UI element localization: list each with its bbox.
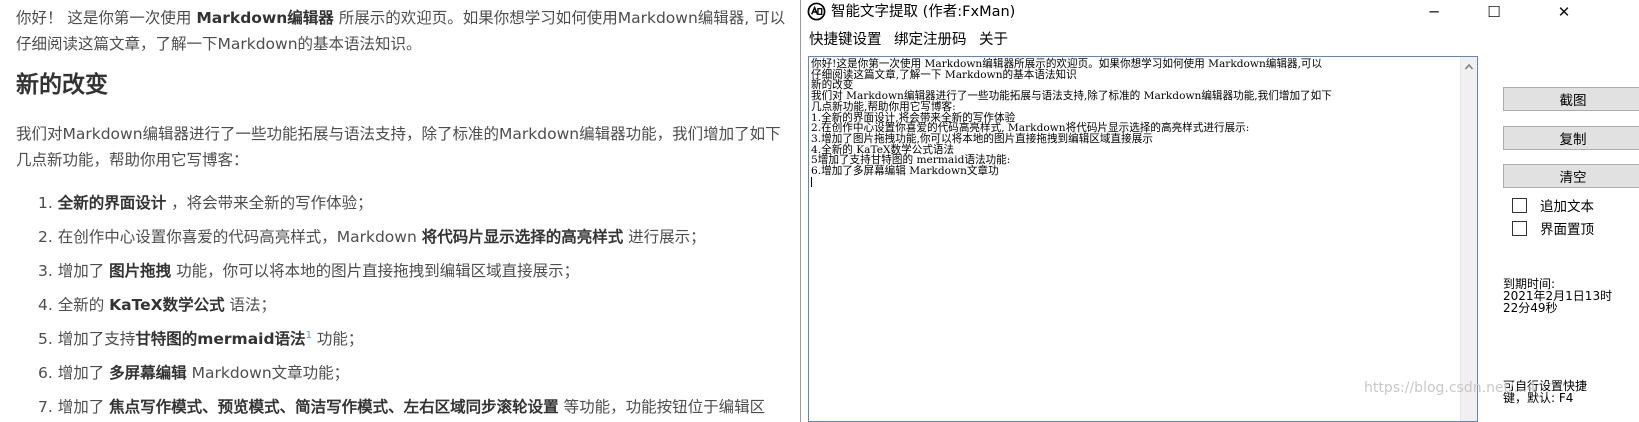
feature-post: 进行展示； bbox=[623, 228, 706, 247]
topmost-option[interactable]: 界面置顶 bbox=[1512, 219, 1594, 238]
feature-num: 2. bbox=[38, 228, 58, 247]
scroll-up-icon[interactable] bbox=[1464, 62, 1474, 72]
feature-num: 7. bbox=[38, 398, 58, 417]
feature-bold: 甘特图的mermaid语法 bbox=[135, 330, 306, 349]
app-icon bbox=[807, 2, 826, 21]
feature-post: 功能； bbox=[311, 330, 364, 349]
append-text-label: 追加文本 bbox=[1540, 199, 1594, 215]
feature-post: 功能，你可以将本地的图片直接拖拽到编辑区域直接展示； bbox=[171, 262, 580, 281]
feature-pre: 增加了 bbox=[57, 262, 110, 281]
feature-bold: 将代码片显示选择的高亮样式 bbox=[421, 228, 624, 247]
feature-num: 6. bbox=[38, 364, 58, 383]
minimize-button[interactable]: ─ bbox=[1411, 0, 1457, 24]
feature-list-item: 6. 增加了 多屏幕编辑 Markdown文章功能； bbox=[38, 357, 765, 391]
ocr-result-textarea[interactable]: 你好!这是你第一次使用 Markdown编辑器所展示的欢迎页。如果你想学习如何使… bbox=[808, 56, 1478, 422]
feature-list: 1. 全新的界面设计 ，将会带来全新的写作体验； 2. 在创作中心设置你喜爱的代码… bbox=[38, 187, 765, 422]
feature-num: 5. bbox=[38, 330, 58, 349]
screenshot-button[interactable]: 截图 bbox=[1503, 87, 1639, 111]
feature-pre: 增加了 bbox=[57, 398, 110, 417]
intro-text-a: 你好！ 这是你第一次使用 bbox=[16, 9, 197, 27]
copy-button[interactable]: 复制 bbox=[1503, 126, 1639, 150]
feature-list-item: 2. 在创作中心设置你喜爱的代码高亮样式，Markdown 将代码片显示选择的高… bbox=[38, 221, 765, 255]
feature-bold: 图片拖拽 bbox=[109, 262, 172, 281]
menu-about[interactable]: 关于 bbox=[979, 28, 1008, 49]
feature-list-item: 1. 全新的界面设计 ，将会带来全新的写作体验； bbox=[38, 187, 765, 221]
csdn-watermark: https://blog.csdn.net/...4 bbox=[1364, 380, 1537, 396]
feature-post: ，将会带来全新的写作体验； bbox=[166, 194, 373, 213]
section-heading: 新的改变 bbox=[16, 72, 108, 98]
section-paragraph: 我们对Markdown编辑器进行了一些功能拓展与语法支持，除了标准的Markdo… bbox=[16, 125, 781, 169]
feature-pre: 在创作中心设置你喜爱的代码高亮样式，Markdown bbox=[57, 228, 422, 247]
maximize-button[interactable]: ☐ bbox=[1471, 0, 1517, 24]
text-caret bbox=[811, 176, 812, 187]
vertical-scrollbar[interactable] bbox=[1460, 57, 1477, 421]
feature-bold: 全新的界面设计 bbox=[57, 194, 167, 213]
feature-pre: 全新的 bbox=[57, 296, 110, 315]
feature-list-item: 4. 全新的 KaTeX数学公式 语法； bbox=[38, 289, 765, 323]
expiry-info: 到期时间: 2021年2月1日13时 22分49秒 bbox=[1503, 278, 1612, 314]
feature-post: 等功能，功能按钮位于编辑区 bbox=[558, 398, 766, 417]
feature-list-item: 3. 增加了 图片拖拽 功能，你可以将本地的图片直接拖拽到编辑区域直接展示； bbox=[38, 255, 765, 289]
minimize-icon: ─ bbox=[1429, 3, 1439, 21]
feature-num: 3. bbox=[38, 262, 58, 281]
markdown-article: 你好！ 这是你第一次使用 Markdown编辑器 所展示的欢迎页。如果你想学习如… bbox=[0, 0, 800, 422]
expiry-time: 22分49秒 bbox=[1503, 301, 1558, 315]
ocr-text-content: 你好!这是你第一次使用 Markdown编辑器所展示的欢迎页。如果你想学习如何使… bbox=[811, 58, 1332, 178]
menu-hotkey-settings[interactable]: 快捷键设置 bbox=[809, 28, 882, 49]
feature-list-item: 5. 增加了支持甘特图的mermaid语法1 功能； bbox=[38, 323, 765, 357]
window-title: 智能文字提取 (作者:FxMan) bbox=[831, 4, 1016, 20]
feature-bold: KaTeX数学公式 bbox=[109, 296, 225, 315]
feature-pre: 增加了支持 bbox=[57, 330, 136, 349]
ocr-app-window: 智能文字提取 (作者:FxMan) ─ ☐ ✕ 快捷键设置 绑定注册码 关于 你… bbox=[800, 0, 1639, 422]
feature-num: 1. bbox=[38, 194, 58, 213]
clear-button[interactable]: 清空 bbox=[1503, 164, 1639, 188]
feature-num: 4. bbox=[38, 296, 58, 315]
menu-bind-license[interactable]: 绑定注册码 bbox=[894, 28, 967, 49]
append-text-option[interactable]: 追加文本 bbox=[1512, 196, 1594, 215]
topmost-checkbox[interactable] bbox=[1512, 220, 1527, 236]
intro-paragraph: 你好！ 这是你第一次使用 Markdown编辑器 所展示的欢迎页。如果你想学习如… bbox=[16, 5, 791, 57]
close-icon: ✕ bbox=[1557, 3, 1571, 21]
title-bar[interactable]: 智能文字提取 (作者:FxMan) ─ ☐ ✕ bbox=[801, 0, 1639, 24]
close-button[interactable]: ✕ bbox=[1541, 0, 1587, 24]
feature-post: Markdown文章功能； bbox=[186, 364, 350, 383]
feature-bold: 多屏幕编辑 bbox=[109, 364, 187, 383]
topmost-label: 界面置顶 bbox=[1540, 222, 1594, 238]
feature-pre: 增加了 bbox=[57, 364, 110, 383]
feature-bold: 焦点写作模式、预览模式、简洁写作模式、左右区域同步滚轮设置 bbox=[109, 398, 559, 417]
feature-list-item: 7. 增加了 焦点写作模式、预览模式、简洁写作模式、左右区域同步滚轮设置 等功能… bbox=[38, 391, 765, 422]
feature-post: 语法； bbox=[224, 296, 277, 315]
ocr-result-text[interactable]: 你好!这是你第一次使用 Markdown编辑器所展示的欢迎页。如果你想学习如何使… bbox=[809, 57, 1461, 421]
append-text-checkbox[interactable] bbox=[1512, 197, 1527, 213]
maximize-icon: ☐ bbox=[1487, 3, 1501, 21]
intro-bold: Markdown编辑器 bbox=[196, 9, 334, 27]
